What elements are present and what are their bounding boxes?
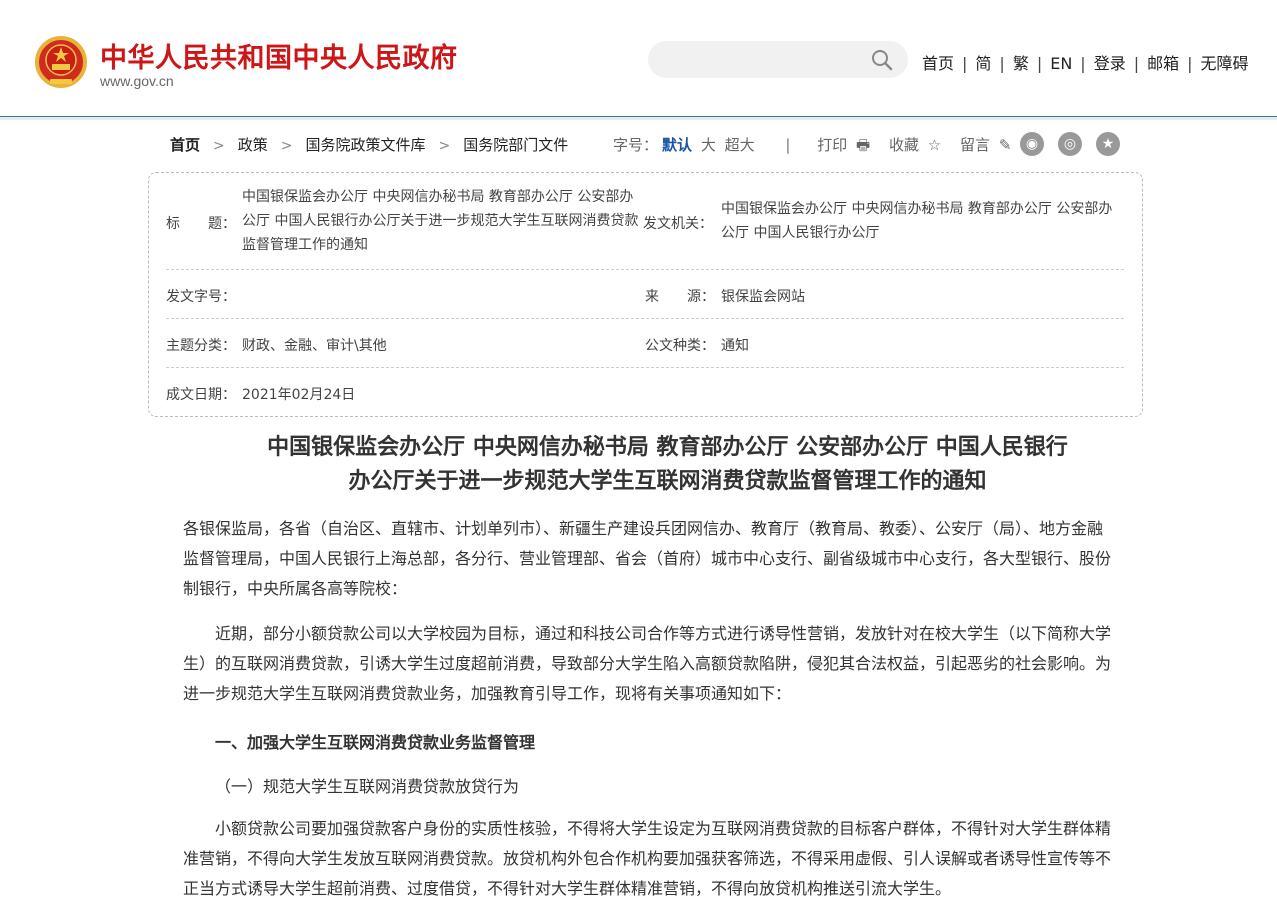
toolbar-separator: | — [785, 136, 791, 154]
source-value: 银保监会网站 — [721, 289, 805, 305]
nav-english[interactable]: EN — [1050, 54, 1072, 73]
chevron-right-icon: > — [213, 138, 225, 154]
breadcrumb-policy[interactable]: 政策 — [238, 136, 268, 154]
breadcrumb-policy-library[interactable]: 国务院政策文件库 — [306, 136, 426, 154]
search-box — [648, 41, 908, 78]
header-divider — [0, 117, 1277, 120]
nav-separator: | — [1133, 54, 1140, 73]
nav-separator: | — [1080, 54, 1086, 73]
document-info-box: 标 题： 中国银保监会办公厅 中央网信办秘书局 教育部办公厅 公安部办公厅 中国… — [148, 172, 1143, 417]
font-size-label: 字号： — [613, 136, 659, 154]
breadcrumb-department-docs[interactable]: 国务院部门文件 — [463, 136, 568, 154]
national-emblem-icon[interactable] — [35, 35, 87, 89]
site-title[interactable]: 中华人民共和国中央人民政府 — [100, 36, 458, 75]
article-title-line: 中国银保监会办公厅 中央网信办秘书局 教育部办公厅 公安部办公厅 中国人民银行 — [267, 434, 1068, 460]
divider — [166, 269, 1124, 270]
divider — [166, 318, 1124, 319]
article-title: 中国银保监会办公厅 中央网信办秘书局 教育部办公厅 公安部办公厅 中国人民银行 … — [200, 430, 1135, 498]
addressee-paragraph: 各银保监局，各省（自治区、直辖市、计划单列市）、新疆生产建设兵团网信办、教育厅（… — [183, 519, 1112, 598]
comment-button[interactable]: 留言 ✎ — [960, 136, 1015, 154]
doc-type-label: 公文种类： — [645, 338, 715, 354]
nav-login[interactable]: 登录 — [1094, 54, 1126, 73]
favorite-star-icon[interactable]: ★ — [1096, 132, 1120, 156]
issuer-label: 发文机关： — [643, 216, 713, 232]
chevron-right-icon: > — [280, 138, 293, 154]
divider — [166, 367, 1124, 368]
font-size-default[interactable]: 默认 — [662, 136, 692, 154]
site-url[interactable]: www.gov.cn — [100, 73, 174, 89]
nav-separator: | — [999, 54, 1005, 73]
nav-separator: | — [962, 54, 968, 73]
body-paragraph: 小额贷款公司要加强贷款客户身份的实质性核验，不得将大学生设定为互联网消费贷款的目… — [183, 819, 1112, 898]
subsection-heading: （一）规范大学生互联网消费贷款放贷行为 — [215, 777, 520, 796]
breadcrumb: 首页 > 政策 > 国务院政策文件库 > 国务院部门文件 — [170, 134, 568, 155]
doc-number-label: 发文字号： — [166, 289, 236, 305]
title-value: 中国银保监会办公厅 中央网信办秘书局 教育部办公厅 公安部办公厅 中国人民银行办… — [242, 189, 639, 253]
body-paragraph: 近期，部分小额贷款公司以大学校园为目标，通过和科技公司合作等方式进行诱导性营销，… — [183, 624, 1112, 703]
print-label: 打印 — [817, 136, 848, 154]
nav-separator: | — [1036, 54, 1043, 73]
font-size-xlarge[interactable]: 超大 — [725, 136, 755, 154]
nav-simplified[interactable]: 简 — [975, 54, 991, 73]
issuer-value: 中国银保监会办公厅 中央网信办秘书局 教育部办公厅 公安部办公厅 中国人民银行办… — [721, 201, 1113, 241]
section-heading: 一、加强大学生互联网消费贷款业务监督管理 — [215, 733, 536, 752]
star-icon: ☆ — [927, 136, 942, 154]
print-button[interactable]: 打印 🖶 — [817, 136, 874, 154]
wechat-share-icon[interactable]: ◎ — [1058, 132, 1082, 156]
site-header: 中华人民共和国中央人民政府 www.gov.cn 首页 | 简 | 繁 | EN | 登录 | 邮箱… — [0, 0, 1277, 117]
font-size-large[interactable]: 大 — [701, 136, 716, 154]
toolbar: 字号：默认 大 超大 | 打印 🖶 收藏 ☆ 留言 ✎ | — [613, 134, 1043, 160]
search-icon[interactable] — [870, 48, 894, 72]
date-label: 成文日期： — [166, 387, 236, 403]
favorite-button[interactable]: 收藏 ☆ — [889, 136, 945, 154]
top-nav: 首页 | 简 | 繁 | EN | 登录 | 邮箱 | 无障碍 — [922, 50, 1249, 74]
doc-type-value: 通知 — [721, 338, 749, 354]
breadcrumb-home[interactable]: 首页 — [170, 136, 200, 154]
comment-label: 留言 — [960, 136, 991, 154]
category-label: 主题分类： — [166, 338, 236, 354]
weibo-share-icon[interactable]: ◉ — [1020, 132, 1044, 156]
source-label: 来 源： — [645, 289, 715, 305]
nav-traditional[interactable]: 繁 — [1013, 54, 1029, 73]
title-label: 标 题： — [166, 216, 236, 232]
favorite-label: 收藏 — [889, 136, 920, 154]
nav-accessibility[interactable]: 无障碍 — [1201, 54, 1249, 73]
chevron-right-icon: > — [438, 138, 451, 154]
article-title-line: 办公厅关于进一步规范大学生互联网消费贷款监督管理工作的通知 — [348, 468, 987, 494]
nav-separator: | — [1187, 54, 1193, 73]
pencil-icon: ✎ — [998, 136, 1012, 154]
category-value: 财政、金融、审计\其他 — [242, 338, 387, 354]
nav-mail[interactable]: 邮箱 — [1147, 54, 1179, 73]
search-input[interactable] — [666, 49, 860, 71]
nav-home[interactable]: 首页 — [922, 54, 954, 73]
printer-icon: 🖶 — [856, 136, 871, 154]
date-value: 2021年02月24日 — [242, 387, 356, 403]
